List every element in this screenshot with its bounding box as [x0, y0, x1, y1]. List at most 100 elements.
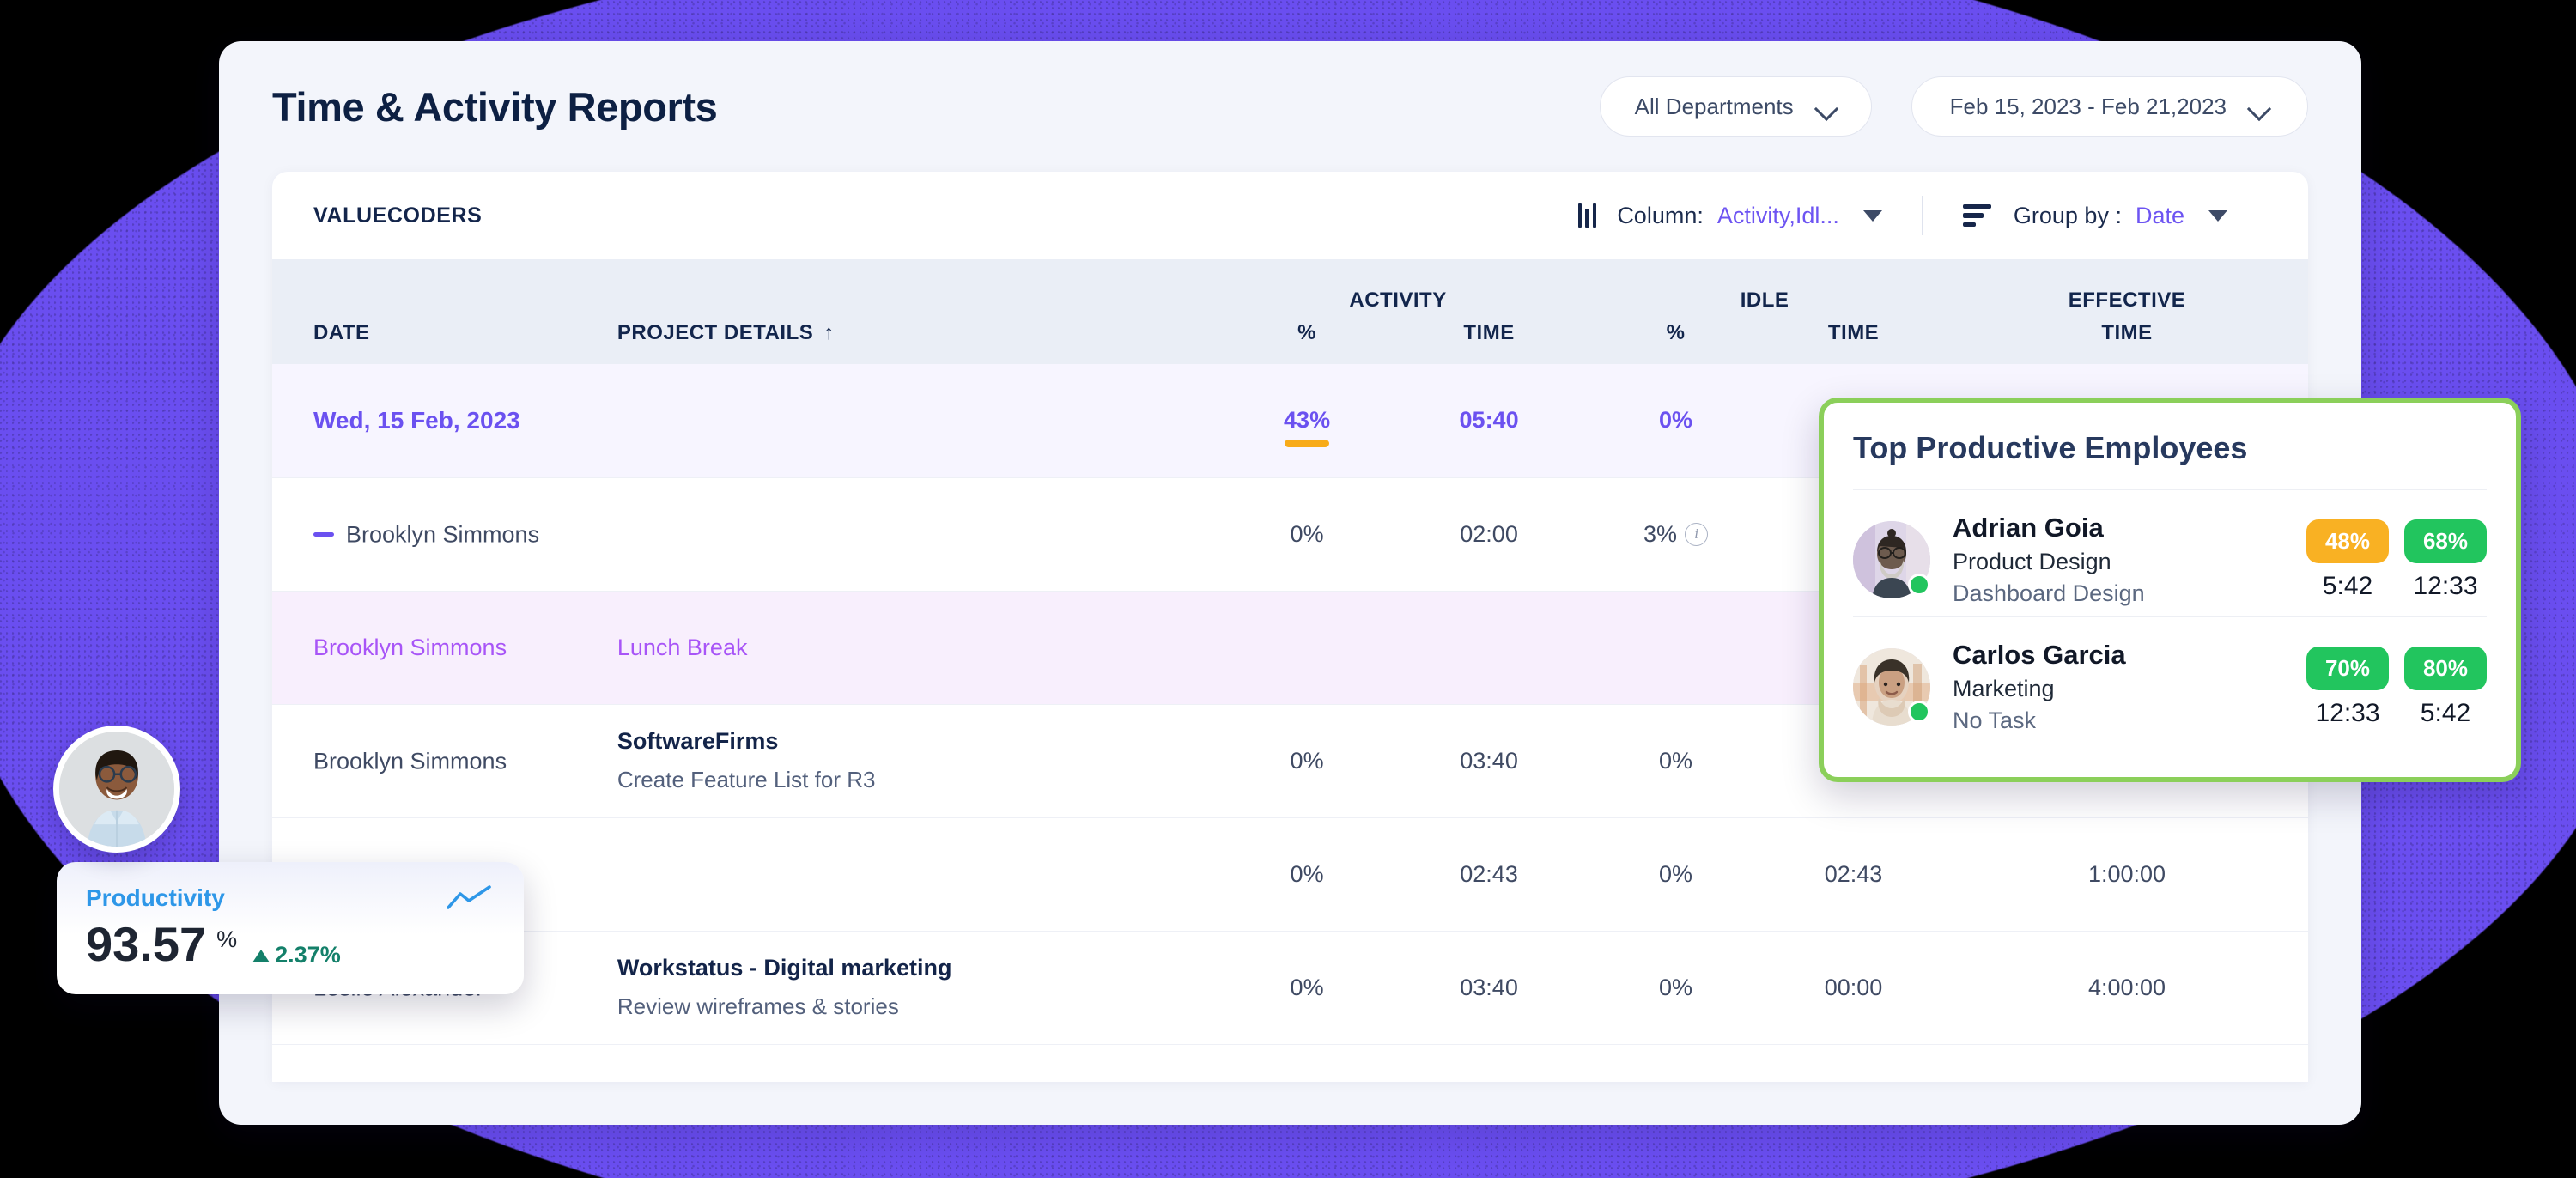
table-header: DATE PROJECT DETAILS ↑ ACTIVITY % TIME I…: [272, 259, 2308, 364]
th-project-label: PROJECT DETAILS: [617, 321, 814, 344]
activity-pct: 0%: [1290, 860, 1324, 887]
productivity-widget-header: Productivity: [86, 884, 495, 914]
productivity-value-row: 93.57 % 2.37%: [86, 920, 495, 969]
cell-activity: [1212, 591, 1584, 705]
project-subtitle: Review wireframes & stories: [617, 993, 899, 1019]
activity-time: 03:40: [1460, 974, 1518, 1000]
cell-idle: 0% 00:00: [1583, 931, 1947, 1045]
cell-activity: 0% 03:40: [1212, 704, 1584, 818]
activity-pct: 0%: [1290, 974, 1324, 1000]
idle-time: 02:43: [1824, 860, 1883, 887]
productivity-value: 93.57: [86, 917, 207, 971]
th-project-details[interactable]: PROJECT DETAILS ↑: [617, 259, 1212, 364]
cell-project: Workstatus - Digital marketing Review wi…: [617, 931, 1213, 1045]
member-name: Brooklyn Simmons: [313, 748, 507, 774]
stat-time: 12:33: [2315, 698, 2380, 727]
chevron-down-icon: [2249, 100, 2269, 112]
date-range-dropdown[interactable]: Feb 15, 2023 - Feb 21,2023: [1911, 76, 2308, 137]
employee-info: Carlos Garcia Marketing No Task: [1953, 640, 2284, 734]
idle-pct: 0%: [1659, 974, 1693, 1000]
activity-pct: 0%: [1290, 747, 1324, 774]
stat-badge-percent: 70%: [2306, 646, 2389, 690]
idle-pct-wrap: 3% i: [1587, 521, 1765, 548]
th-idle-time: TIME: [1827, 321, 1880, 344]
cell-project: [617, 364, 1213, 478]
column-selector[interactable]: Column: Activity,Idl...: [1539, 203, 1922, 229]
date-group-label: Wed, 15 Feb, 2023: [313, 406, 520, 434]
cell-activity: 0% 03:40: [1212, 931, 1584, 1045]
activity-progress-bar: [1285, 440, 1330, 448]
th-activity-label: ACTIVITY: [1349, 288, 1447, 312]
cell-activity: 0% 02:43: [1212, 817, 1584, 932]
employee-name: Carlos Garcia: [1953, 640, 2126, 670]
online-status-dot: [1908, 701, 1930, 723]
cell-project: Lunch Break: [617, 591, 1213, 705]
info-icon[interactable]: i: [1685, 522, 1709, 546]
employee-task: No Task: [1953, 707, 2037, 733]
organization-name: VALUECODERS: [313, 203, 483, 228]
employee-name: Adrian Goia: [1953, 513, 2104, 543]
department-filter-dropdown[interactable]: All Departments: [1599, 76, 1872, 137]
idle-pct: 0%: [1659, 860, 1693, 887]
group-by-selector[interactable]: Group by : Date: [1923, 203, 2267, 229]
stat-time: 5:42: [2322, 571, 2373, 600]
cell-activity: 0% 02:00: [1212, 477, 1584, 592]
cell-project: [617, 477, 1213, 592]
line-chart-up-icon: [447, 885, 491, 909]
th-activity[interactable]: ACTIVITY % TIME: [1212, 259, 1583, 364]
cell-project: [617, 817, 1213, 932]
chevron-down-icon: [1816, 100, 1837, 112]
cell-project: SoftwareFirms Create Feature List for R3: [617, 704, 1213, 818]
idle-pct: 0%: [1659, 747, 1693, 774]
avatar: [1853, 521, 1930, 598]
th-date[interactable]: DATE: [272, 259, 617, 364]
idle-time: 00:00: [1824, 974, 1883, 1000]
employee-stat: 48% 5:42: [2306, 519, 2389, 601]
stat-time: 12:33: [2413, 571, 2478, 600]
table-row[interactable]: Jenny Johnson 0% 02:43: [272, 817, 2308, 932]
cell-effective: 4:00:00: [1946, 931, 2308, 1045]
th-effective-time: TIME: [2101, 321, 2153, 344]
top-productive-title: Top Productive Employees: [1853, 430, 2248, 465]
avatar: [1853, 648, 1930, 726]
employee-stats: 70% 12:33 80% 5:42: [2306, 646, 2487, 728]
th-effective[interactable]: EFFECTIVE TIME: [1946, 259, 2308, 364]
activity-pct-wrap: 43%: [1216, 407, 1398, 448]
table-row[interactable]: Leslie Alexander Workstatus - Digital ma…: [272, 931, 2308, 1045]
user-avatar: [53, 726, 180, 853]
sort-ascending-icon[interactable]: ↑: [823, 321, 835, 345]
employee-stats: 48% 5:42 68% 12:33: [2306, 519, 2487, 601]
employee-stat: 68% 12:33: [2404, 519, 2487, 601]
employee-stat: 70% 12:33: [2306, 646, 2389, 728]
triangle-up-icon: [252, 950, 270, 962]
report-toolbar: VALUECODERS Column: Activity,Idl... Grou…: [272, 172, 2308, 259]
project-subtitle: Create Feature List for R3: [617, 767, 876, 792]
th-activity-pct: %: [1297, 321, 1316, 344]
list-item[interactable]: Adrian Goia Product Design Dashboard Des…: [1853, 489, 2487, 616]
cell-activity: 43% 05:40: [1212, 364, 1584, 478]
stat-time: 5:42: [2420, 698, 2471, 727]
stat-badge-percent: 48%: [2306, 519, 2389, 563]
activity-time: 05:40: [1459, 407, 1519, 434]
cell-idle: 0% 02:43: [1583, 817, 1947, 932]
department-filter-label: All Departments: [1634, 93, 1794, 119]
productivity-unit: %: [216, 926, 238, 952]
th-effective-label: EFFECTIVE: [2068, 288, 2186, 312]
online-status-dot: [1908, 574, 1930, 596]
group-by-value: Date: [2135, 202, 2184, 228]
idle-pct: 0%: [1659, 407, 1693, 434]
group-lines-icon: [1962, 203, 1991, 228]
productivity-label: Productivity: [86, 884, 225, 911]
project-title: Workstatus - Digital marketing: [617, 955, 952, 981]
productivity-delta: 2.37%: [252, 942, 341, 969]
employee-department: Marketing: [1953, 676, 2055, 701]
employee-stat: 80% 5:42: [2404, 646, 2487, 728]
stat-badge-percent: 68%: [2404, 519, 2487, 563]
collapse-dash-icon[interactable]: [313, 532, 334, 537]
th-idle-label: IDLE: [1740, 288, 1789, 312]
employee-department: Product Design: [1953, 549, 2111, 574]
th-idle[interactable]: IDLE % TIME: [1583, 259, 1946, 364]
list-item[interactable]: Carlos Garcia Marketing No Task 70% 12:3…: [1853, 616, 2487, 751]
employee-task: Dashboard Design: [1953, 580, 2145, 606]
th-idle-pct: %: [1666, 321, 1686, 344]
